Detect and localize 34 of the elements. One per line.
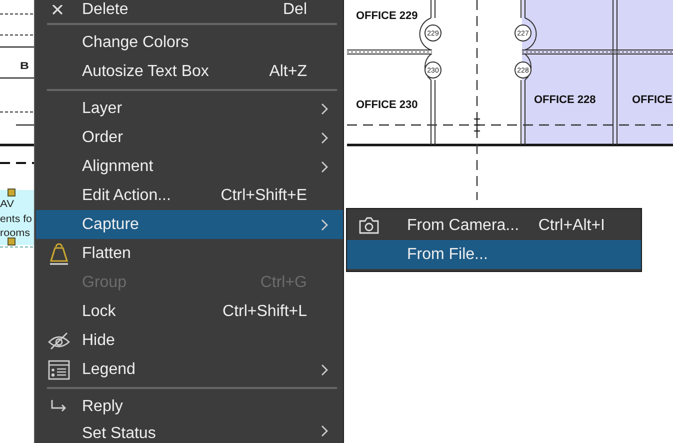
camera-icon (359, 217, 379, 234)
drawing-text-fragment: AV (0, 199, 13, 210)
room-label: OFFICE 228 (534, 94, 596, 106)
weight-icon (49, 242, 69, 264)
drawing-text-fragment: ents fo (0, 214, 30, 225)
shortcut-label: Ctrl+Shift+E (220, 186, 307, 204)
menu-item[interactable]: Alignment (36, 152, 343, 181)
menu-item[interactable]: Flatten (36, 239, 343, 268)
menu-item[interactable]: Delete Del (36, 0, 343, 20)
drawing-text-fragment: B (20, 61, 28, 72)
menu-item[interactable]: Layer (36, 94, 343, 123)
menu-item[interactable]: Hide (36, 326, 343, 355)
room-label: OFFICE (632, 94, 672, 106)
eye-slash-icon (48, 332, 70, 350)
drawing-text-fragment: rooms (0, 228, 28, 239)
reply-arrow-icon (50, 400, 68, 414)
menu-item[interactable]: Capture (36, 210, 343, 239)
menu-item[interactable]: Change Colors (36, 28, 343, 57)
shortcut-label: Alt+Z (269, 62, 307, 80)
menu-item[interactable]: From File... (347, 240, 641, 269)
menu-item[interactable]: Edit Action... Ctrl+Shift+E (36, 181, 343, 210)
menu-item[interactable]: Reply (36, 392, 343, 421)
menu-item[interactable]: Legend (36, 355, 343, 384)
room-label: OFFICE 229 (356, 10, 418, 22)
legend-icon (48, 360, 70, 380)
menu-item[interactable]: Lock Ctrl+Shift+L (36, 297, 343, 326)
menu-item[interactable]: Order (36, 123, 343, 152)
room-label: OFFICE 230 (356, 99, 418, 111)
menu-item[interactable]: Set Status (36, 421, 343, 443)
menu-item[interactable]: Autosize Text Box Alt+Z (36, 57, 343, 86)
menu-item[interactable]: From Camera... Ctrl+Alt+I (347, 211, 641, 240)
shortcut-label: Ctrl+Shift+L (222, 302, 307, 320)
shortcut-label: Ctrl+Alt+I (538, 216, 605, 234)
shortcut-label: Del (282, 1, 307, 19)
